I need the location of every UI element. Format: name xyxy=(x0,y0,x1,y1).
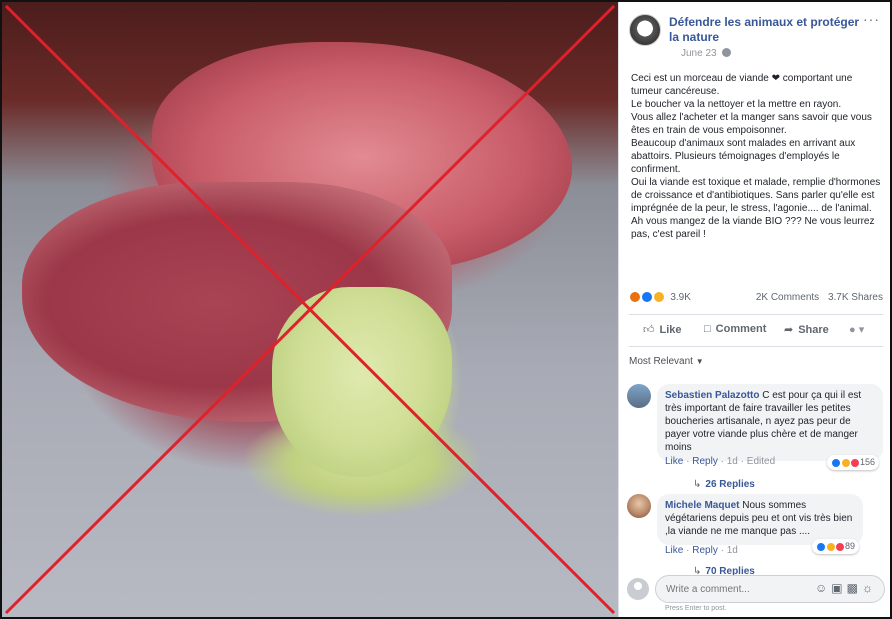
love-reaction-icon xyxy=(850,457,861,468)
share-arrow-icon: ➦ xyxy=(784,324,794,336)
current-user-avatar xyxy=(627,578,649,600)
composer-tools: ☺▣▩☼ xyxy=(815,581,877,595)
comment-bubble: Michele Maquet Nous sommes végétariens d… xyxy=(657,494,863,554)
sad-reaction-icon[interactable] xyxy=(652,291,665,303)
comment-reply-link[interactable]: Reply xyxy=(692,456,718,467)
comment-actions: Like · Reply · 1d · Edited xyxy=(665,456,776,467)
speech-bubble-icon: □ xyxy=(704,323,711,335)
commenter-avatar[interactable] xyxy=(627,384,651,408)
divider xyxy=(629,314,883,315)
sticker-icon[interactable]: ☼ xyxy=(862,581,877,595)
comment-reactions[interactable]: 156 xyxy=(827,455,879,470)
haha-reaction-icon xyxy=(825,541,836,552)
commenter-avatar[interactable] xyxy=(627,494,651,518)
like-reaction-icon[interactable] xyxy=(640,291,653,303)
camera-icon[interactable]: ▣ xyxy=(831,581,846,595)
comment-actions: Like · Reply · 1d xyxy=(665,545,738,556)
page-name-link[interactable]: Défendre les animaux et protéger la natu… xyxy=(669,15,869,45)
post-photo[interactable] xyxy=(2,2,618,617)
love-reaction-icon xyxy=(835,541,846,552)
gif-icon[interactable]: ▩ xyxy=(847,581,862,595)
comment-reply-link[interactable]: Reply xyxy=(692,545,718,556)
emoji-icon[interactable]: ☺ xyxy=(815,581,831,595)
thumbs-up-icon: 👍︎ xyxy=(643,324,655,336)
commenter-name[interactable]: Michele Maquet xyxy=(665,500,739,511)
comment-time[interactable]: 1d xyxy=(727,456,738,467)
page-avatar[interactable] xyxy=(629,14,661,46)
like-label: Like xyxy=(659,324,682,336)
share-label: Share xyxy=(798,324,829,336)
post-panel: Défendre les animaux et protéger la natu… xyxy=(618,2,890,617)
haha-reaction-icon xyxy=(840,457,851,468)
comment-edited[interactable]: Edited xyxy=(747,456,775,467)
red-cross-overlay xyxy=(4,4,616,615)
more-options-icon[interactable]: ··· xyxy=(863,11,880,27)
user-avatar-small-icon: ● xyxy=(849,324,856,336)
post-date[interactable]: June 23 xyxy=(681,48,717,59)
comment-reactions[interactable]: 89 xyxy=(812,539,859,554)
comment-count[interactable]: 2K Comments xyxy=(756,292,819,303)
composer-hint: Press Enter to post. xyxy=(665,605,727,612)
post-actions: 👍︎ Like □ Comment ➦ Share ● ▾ xyxy=(629,319,883,345)
comment-like-link[interactable]: Like xyxy=(665,545,683,556)
post-text: Ceci est un morceau de viande ❤ comporta… xyxy=(631,73,881,240)
comment-like-link[interactable]: Like xyxy=(665,456,683,467)
reaction-count[interactable]: 3.9K xyxy=(670,292,691,303)
angry-reaction-icon[interactable] xyxy=(629,291,641,303)
post-body: Ceci est un morceau de viande ❤ comporta… xyxy=(631,72,881,241)
divider xyxy=(629,346,883,347)
share-button[interactable]: ➦ Share xyxy=(784,323,829,336)
like-reaction-icon xyxy=(816,541,827,552)
share-count[interactable]: 3.7K Shares xyxy=(828,292,883,303)
replies-count: 26 Replies xyxy=(705,479,755,490)
comment-label: Comment xyxy=(715,323,767,335)
like-reaction-icon xyxy=(831,457,842,468)
chevron-down-icon: ▾ xyxy=(858,324,865,336)
sort-label: Most Relevant xyxy=(629,356,693,367)
reactions-summary: 3.9K 2K Comments 3.7K Shares xyxy=(629,291,883,307)
reply-arrow-icon: ↳ xyxy=(693,479,702,490)
comment-reaction-count: 89 xyxy=(844,541,855,551)
like-button[interactable]: 👍︎ Like xyxy=(643,323,682,336)
chevron-down-icon: ▼ xyxy=(695,357,704,366)
comment-bubble: Sebastien Palazotto C est pour ça qui il… xyxy=(657,384,883,470)
commenter-name[interactable]: Sebastien Palazotto xyxy=(665,390,759,401)
comment-sort-dropdown[interactable]: Most Relevant ▼ xyxy=(629,356,704,367)
view-replies-link[interactable]: ↳ 26 Replies xyxy=(693,479,755,490)
post-timestamp[interactable]: June 23 xyxy=(681,48,732,59)
audience-selector[interactable]: ● ▾ xyxy=(849,323,864,336)
comment-reaction-count: 156 xyxy=(859,457,875,467)
engagement-counts: 2K Comments 3.7K Shares xyxy=(750,292,883,303)
globe-icon xyxy=(722,48,732,57)
comment-time[interactable]: 1d xyxy=(727,545,738,556)
